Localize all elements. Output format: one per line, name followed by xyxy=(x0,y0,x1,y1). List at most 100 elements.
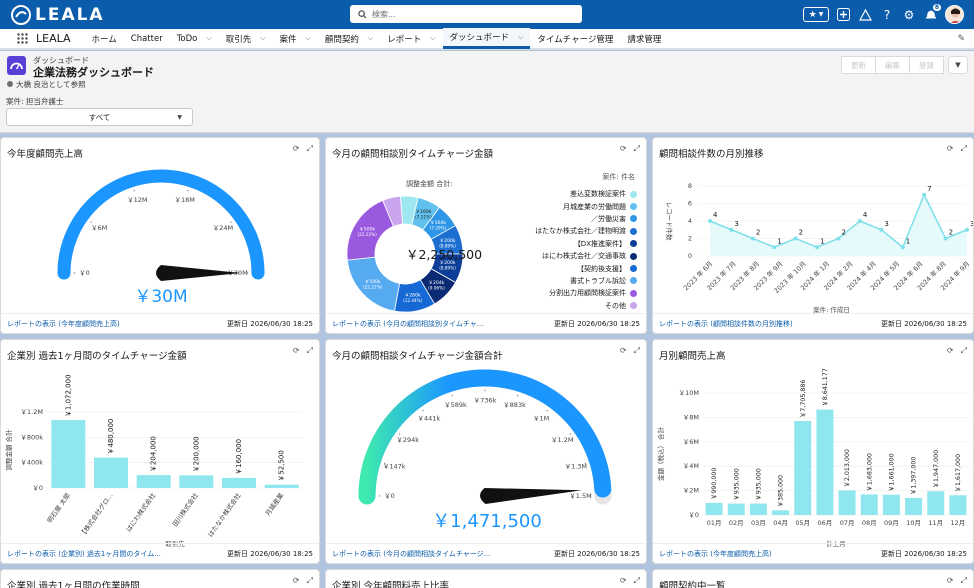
notification-bell-icon[interactable]: 8 xyxy=(923,3,941,23)
expand-icon[interactable]: ⤢ xyxy=(961,576,967,586)
nav-item[interactable]: Chatter xyxy=(124,28,170,49)
line-point[interactable] xyxy=(879,227,884,232)
refresh-icon[interactable]: ⟳ xyxy=(293,346,300,356)
bar[interactable] xyxy=(882,494,900,515)
nav-item[interactable]: 案件 ⌵ xyxy=(273,28,318,49)
card-actions: ⟳ ⤢ xyxy=(947,576,967,586)
expand-icon[interactable]: ⤢ xyxy=(307,346,313,356)
nav-item[interactable]: ToDo ⌵ xyxy=(170,28,219,49)
view-report-link[interactable]: レポートの表示 (今年度顧問売上高) xyxy=(7,319,120,329)
gauge-tick-mark xyxy=(378,495,381,497)
line-point[interactable] xyxy=(836,236,841,241)
line-point[interactable] xyxy=(750,236,755,241)
view-report-link[interactable]: レポートの表示 (顧問相談件数の月別推移) xyxy=(659,319,793,329)
app-logo[interactable]: LEALA xyxy=(10,4,105,26)
gear-icon[interactable]: ⚙ xyxy=(901,7,917,23)
bar[interactable] xyxy=(727,503,745,515)
expand-icon[interactable]: ⤢ xyxy=(307,576,313,586)
bar[interactable] xyxy=(772,510,790,515)
expand-icon[interactable]: ⤢ xyxy=(634,576,640,586)
more-actions-button[interactable]: ▼ xyxy=(948,56,968,74)
line-point[interactable] xyxy=(772,245,777,250)
bar[interactable] xyxy=(860,494,878,515)
bar[interactable] xyxy=(94,457,128,488)
bar[interactable] xyxy=(749,503,767,515)
legend-item[interactable]: 【DX推進案件】 xyxy=(507,238,637,250)
line-point[interactable] xyxy=(857,219,862,223)
view-report-link[interactable]: レポートの表示 (今月の顧問相談別タイムチャ... xyxy=(332,319,483,329)
bar[interactable] xyxy=(179,475,214,488)
nav-item-label: 取引先 xyxy=(225,34,252,45)
line-point[interactable] xyxy=(922,192,927,197)
global-search-input[interactable]: 検索... xyxy=(350,5,582,23)
expand-icon[interactable]: ⤢ xyxy=(961,346,967,356)
bar[interactable] xyxy=(222,477,256,488)
refresh-icon[interactable]: ⟳ xyxy=(293,576,300,586)
global-actions-icon[interactable] xyxy=(835,7,851,23)
refresh-button[interactable]: 更新 xyxy=(841,56,876,74)
line-point[interactable] xyxy=(965,227,969,232)
bar[interactable] xyxy=(136,475,171,488)
legend-item[interactable]: 差込変数検証案件 xyxy=(507,188,637,200)
refresh-icon[interactable]: ⟳ xyxy=(620,144,627,154)
nav-item[interactable]: 取引先 ⌵ xyxy=(219,28,273,49)
bar[interactable] xyxy=(794,420,812,515)
chevron-down-icon[interactable]: ⌵ xyxy=(306,34,311,43)
refresh-icon[interactable]: ⟳ xyxy=(947,144,954,154)
line-point[interactable] xyxy=(943,236,948,241)
favorites-button[interactable]: ★ ▼ xyxy=(803,7,829,22)
refresh-icon[interactable]: ⟳ xyxy=(620,576,627,586)
line-point[interactable] xyxy=(815,245,820,250)
user-avatar[interactable] xyxy=(945,5,964,24)
nav-item[interactable]: タイムチャージ管理 xyxy=(530,28,620,49)
chevron-down-icon[interactable]: ⌵ xyxy=(518,33,523,42)
nav-item[interactable]: ホーム xyxy=(85,28,124,49)
app-launcher-icon[interactable] xyxy=(17,33,28,44)
dashboard-header: ダッシュボード 企業法務ダッシュボード 大橋 良治として参照 案件: 担当弁護士… xyxy=(0,51,974,133)
line-point[interactable] xyxy=(793,236,798,241)
legend-item[interactable]: 書式トラブル訴訟 xyxy=(507,275,637,287)
subscribe-button[interactable]: 登録 xyxy=(910,56,944,74)
chevron-down-icon[interactable]: ⌵ xyxy=(206,34,211,43)
bar[interactable] xyxy=(905,497,923,515)
trailhead-icon[interactable] xyxy=(857,7,873,23)
refresh-icon[interactable]: ⟳ xyxy=(947,576,954,586)
bar[interactable] xyxy=(927,491,945,515)
edit-button[interactable]: 編集 xyxy=(876,56,910,74)
bar[interactable] xyxy=(838,490,856,515)
bar[interactable] xyxy=(264,484,299,488)
refresh-icon[interactable]: ⟳ xyxy=(947,346,954,356)
help-icon[interactable]: ? xyxy=(879,7,895,23)
legend-item[interactable]: はにわ株式会社／交通事故 xyxy=(507,250,637,262)
bar[interactable] xyxy=(816,409,834,515)
bar[interactable] xyxy=(949,495,967,515)
legend-item[interactable]: 分割出力用顧問検証案件 xyxy=(507,287,637,299)
nav-item[interactable]: ダッシュボード ⌵ xyxy=(442,28,531,49)
view-report-link[interactable]: レポートの表示 (企業別) 過去1ヶ月間のタイム... xyxy=(7,549,161,559)
nav-item[interactable]: 請求管理 xyxy=(620,28,668,49)
legend-item-label: 月城産業の労働問題 xyxy=(563,202,626,211)
chevron-down-icon[interactable]: ⌵ xyxy=(430,34,435,43)
filter-select[interactable]: すべて ▼ xyxy=(6,108,193,126)
legend-item[interactable]: 月城産業の労働問題 xyxy=(507,200,637,212)
legend-item[interactable]: はたなか株式会社／建物明渡 xyxy=(507,225,637,237)
view-report-link[interactable]: レポートの表示 (今月の顧問相談タイムチャージ... xyxy=(332,549,490,559)
line-point[interactable] xyxy=(729,227,734,232)
view-report-link[interactable]: レポートの表示 (今年度顧問売上高) xyxy=(659,549,772,559)
legend-item[interactable]: 【契約後支援】 xyxy=(507,262,637,274)
bar[interactable] xyxy=(705,502,723,515)
line-point[interactable] xyxy=(708,219,712,223)
nav-item[interactable]: 顧問契約 ⌵ xyxy=(318,28,380,49)
chevron-down-icon[interactable]: ⌵ xyxy=(260,34,265,43)
expand-icon[interactable]: ⤢ xyxy=(961,144,967,154)
edit-nav-pencil-icon[interactable]: ✎ xyxy=(957,34,965,44)
nav-item[interactable]: レポート ⌵ xyxy=(380,28,442,49)
logo-icon xyxy=(11,5,31,25)
line-point[interactable] xyxy=(900,245,905,250)
notification-badge: 8 xyxy=(932,3,941,11)
legend-item[interactable]: その他 xyxy=(507,300,637,312)
expand-icon[interactable]: ⤢ xyxy=(634,144,640,154)
bar[interactable] xyxy=(51,420,86,488)
chevron-down-icon[interactable]: ⌵ xyxy=(368,34,373,43)
legend-item[interactable]: ／労働災害 xyxy=(507,213,637,225)
